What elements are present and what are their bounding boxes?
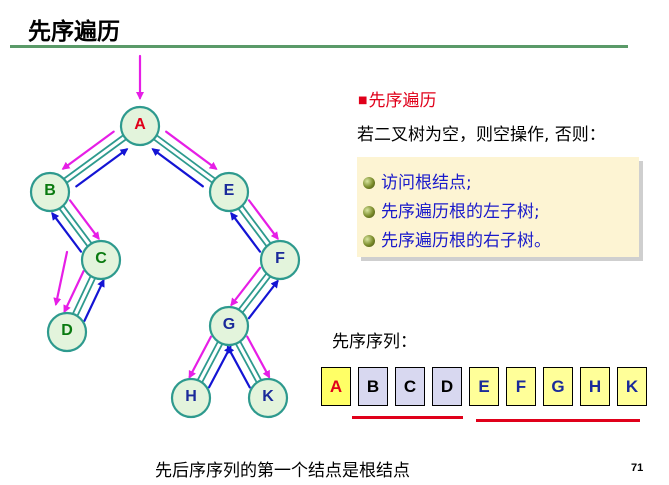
sequence-cell-a: A [321,367,351,406]
tree-node-label: D [61,322,73,339]
step-text: 访问根结点; [381,173,472,193]
tree-node-label: A [134,116,146,133]
tree-node-label: E [223,182,235,199]
round-bullet-icon [363,235,375,247]
sequence-cell-c: C [395,367,425,406]
return-arrow-d-c [83,278,105,322]
sequence-cell-g: G [543,367,573,406]
tree-node-label: C [95,250,107,267]
bullet-square-icon: ■ [358,95,368,106]
round-bullet-icon [363,177,375,189]
sequence-cell-f: F [506,367,536,406]
descend-arrow-c-d [53,250,69,306]
tree-node-label: H [185,388,197,405]
steps-box: 访问根结点; 先序遍历根的左子树; 先序遍历根的右子树。 [357,157,639,257]
descend-arrow-a-b [61,130,115,170]
tree-edge-a-b [65,138,128,184]
step-text: 先序遍历根的左子树; [381,202,540,222]
descend-arrow-a-e [165,130,218,170]
left-subtree-underline [352,416,463,419]
tree-edge-a-b [62,134,125,180]
sequence-cell-e: E [469,367,499,406]
tree-edge-a-e [152,138,214,184]
tree-node-label: B [44,182,56,199]
sequence-cell-b: B [358,367,388,406]
step-item: 访问根结点; [363,168,472,193]
footer-note: 先后序序列的第一个结点是根结点 [155,461,410,481]
step-text: 先序遍历根的右子树。 [381,231,551,251]
round-bullet-icon [363,206,375,218]
sequence-label: 先序序列： [332,332,417,352]
tree-node-label: F [275,250,285,267]
page-number: 71 [631,462,644,474]
return-arrow-e-a [151,148,204,188]
sequence-cell-d: D [432,367,462,406]
tree-node-label: G [222,316,236,333]
tree-edge-a-e [155,134,217,180]
section-description: 若二叉树为空，则空操作, 否则： [357,125,606,145]
descend-arrow-c-d [63,270,85,314]
section-heading-text: 先序遍历 [368,91,437,111]
step-item: 先序遍历根的右子树。 [363,226,551,251]
sequence-cell-k: K [617,367,647,406]
right-subtree-underline [476,419,640,422]
tree-node-label: K [262,388,274,405]
return-arrow-b-a [75,148,129,188]
sequence-cell-h: H [580,367,610,406]
step-item: 先序遍历根的左子树; [363,197,540,222]
section-heading: ■先序遍历 [358,86,436,111]
